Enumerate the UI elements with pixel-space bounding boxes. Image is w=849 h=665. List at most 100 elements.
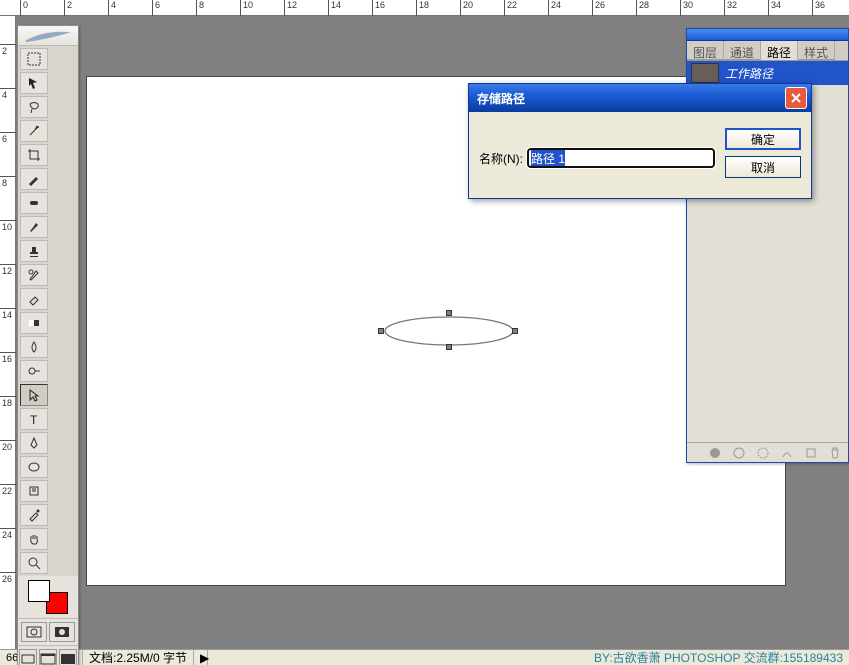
- dodge-tool[interactable]: [20, 360, 48, 382]
- marquee-tool[interactable]: [20, 48, 48, 70]
- notes-tool[interactable]: [20, 480, 48, 502]
- ruler-tick: 16: [0, 352, 16, 364]
- ruler-tick: 8: [0, 176, 16, 188]
- screen-full-menubar-button[interactable]: [39, 649, 57, 665]
- dialog-close-button[interactable]: [785, 87, 807, 109]
- panel-body: 工作路径: [687, 61, 848, 85]
- status-arrow[interactable]: ▶: [194, 650, 208, 665]
- gradient-tool[interactable]: [20, 312, 48, 334]
- ruler-tick: 12: [0, 264, 16, 276]
- cancel-button[interactable]: 取消: [725, 156, 801, 178]
- path-name-input[interactable]: [527, 148, 715, 168]
- quickmask-row: [18, 618, 78, 645]
- move-tool[interactable]: [20, 72, 48, 94]
- history-brush-tool[interactable]: [20, 264, 48, 286]
- color-swatches[interactable]: [18, 576, 78, 618]
- brush-tool[interactable]: [20, 216, 48, 238]
- ruler-tick: 24: [548, 0, 563, 16]
- load-selection-icon[interactable]: [756, 446, 770, 460]
- healing-brush-tool[interactable]: [20, 192, 48, 214]
- ruler-vertical: 2 4 6 8 10 12 14 16 18 20 22 24 26: [0, 16, 16, 649]
- blur-tool[interactable]: [20, 336, 48, 358]
- close-icon: [790, 92, 802, 104]
- crop-tool[interactable]: [20, 144, 48, 166]
- dialog-title: 存储路径: [473, 90, 525, 107]
- ruler-tick: 34: [768, 0, 783, 16]
- ruler-tick: 30: [680, 0, 695, 16]
- stamp-tool[interactable]: [20, 240, 48, 262]
- anchor-point[interactable]: [512, 328, 518, 334]
- anchor-point[interactable]: [378, 328, 384, 334]
- tab-channels[interactable]: 通道: [724, 41, 761, 60]
- hand-tool[interactable]: [20, 528, 48, 550]
- path-item-work-path[interactable]: 工作路径: [687, 61, 848, 85]
- ruler-horizontal: 0 2 4 6 8 10 12 14 16 18 20 22 24 26 28 …: [0, 0, 849, 16]
- pen-tool[interactable]: [20, 432, 48, 454]
- toolbox: T: [17, 25, 79, 665]
- stroke-path-icon[interactable]: [732, 446, 746, 460]
- path-thumbnail: [691, 63, 719, 83]
- panel-tabs: 图层 通道 路径 样式: [687, 41, 848, 61]
- tab-layers[interactable]: 图层: [687, 41, 724, 60]
- status-bar: 文档:2.25M/0 字节 ▶ BY:古欲香萧 PHOTOSHOP 交流群:15…: [0, 649, 849, 665]
- dialog-buttons: 确定 取消: [725, 128, 801, 178]
- quickmask-mode-button[interactable]: [49, 622, 75, 642]
- dialog-body: 名称(N): 确定 取消: [469, 112, 811, 198]
- type-tool[interactable]: T: [20, 408, 48, 430]
- svg-text:T: T: [30, 413, 38, 426]
- ellipse-path[interactable]: [381, 313, 517, 349]
- dialog-titlebar[interactable]: 存储路径: [469, 84, 811, 112]
- ruler-tick: 8: [196, 0, 206, 16]
- ruler-tick: 26: [592, 0, 607, 16]
- ruler-tick: 32: [724, 0, 739, 16]
- ruler-tick: 24: [0, 528, 16, 540]
- ruler-tick: 22: [504, 0, 519, 16]
- ruler-tick: 12: [284, 0, 299, 16]
- make-workpath-icon[interactable]: [780, 446, 794, 460]
- ruler-tick: 36: [812, 0, 827, 16]
- screenmode-row: [18, 645, 78, 665]
- ruler-tick: 2: [64, 0, 74, 16]
- eraser-tool[interactable]: [20, 288, 48, 310]
- tab-paths[interactable]: 路径: [761, 41, 798, 60]
- doc-info-label: 文档:2.25M/0 字节: [89, 649, 187, 665]
- standard-mode-button[interactable]: [21, 622, 47, 642]
- foreground-color[interactable]: [28, 580, 50, 602]
- ruler-tick: 10: [240, 0, 255, 16]
- zoom-tool[interactable]: [20, 552, 48, 574]
- name-label: 名称(N):: [479, 150, 523, 167]
- lasso-tool[interactable]: [20, 96, 48, 118]
- ruler-tick: 20: [460, 0, 475, 16]
- new-path-icon[interactable]: [804, 446, 818, 460]
- path-selection-tool[interactable]: [20, 384, 48, 406]
- anchor-point[interactable]: [446, 310, 452, 316]
- ruler-tick: 4: [108, 0, 118, 16]
- doc-info[interactable]: 文档:2.25M/0 字节: [83, 650, 194, 665]
- ruler-tick: 2: [0, 44, 16, 56]
- ruler-tick: 18: [416, 0, 431, 16]
- slice-tool[interactable]: [20, 168, 48, 190]
- ruler-tick: 0: [20, 0, 30, 16]
- fill-path-icon[interactable]: [708, 446, 722, 460]
- eyedropper-tool[interactable]: [20, 504, 48, 526]
- shape-tool[interactable]: [20, 456, 48, 478]
- anchor-point[interactable]: [446, 344, 452, 350]
- ruler-tick: 6: [152, 0, 162, 16]
- save-path-dialog: 存储路径 名称(N): 确定 取消: [468, 83, 812, 199]
- tab-styles[interactable]: 样式: [798, 41, 835, 60]
- delete-path-icon[interactable]: [828, 446, 842, 460]
- ruler-tick: 20: [0, 440, 16, 452]
- tool-grid: T: [18, 46, 78, 576]
- ok-button[interactable]: 确定: [725, 128, 801, 150]
- panel-titlebar[interactable]: [687, 29, 848, 41]
- ruler-tick: 14: [328, 0, 343, 16]
- screen-standard-button[interactable]: [19, 649, 37, 665]
- panel-footer: [687, 442, 848, 462]
- screen-full-button[interactable]: [59, 649, 77, 665]
- feather-icon: [23, 28, 73, 44]
- magic-wand-tool[interactable]: [20, 120, 48, 142]
- ruler-tick: 14: [0, 308, 16, 320]
- ruler-tick: 10: [0, 220, 16, 232]
- credit-text: BY:古欲香萧 PHOTOSHOP 交流群:155189433: [594, 649, 843, 665]
- ruler-tick: 4: [0, 88, 16, 100]
